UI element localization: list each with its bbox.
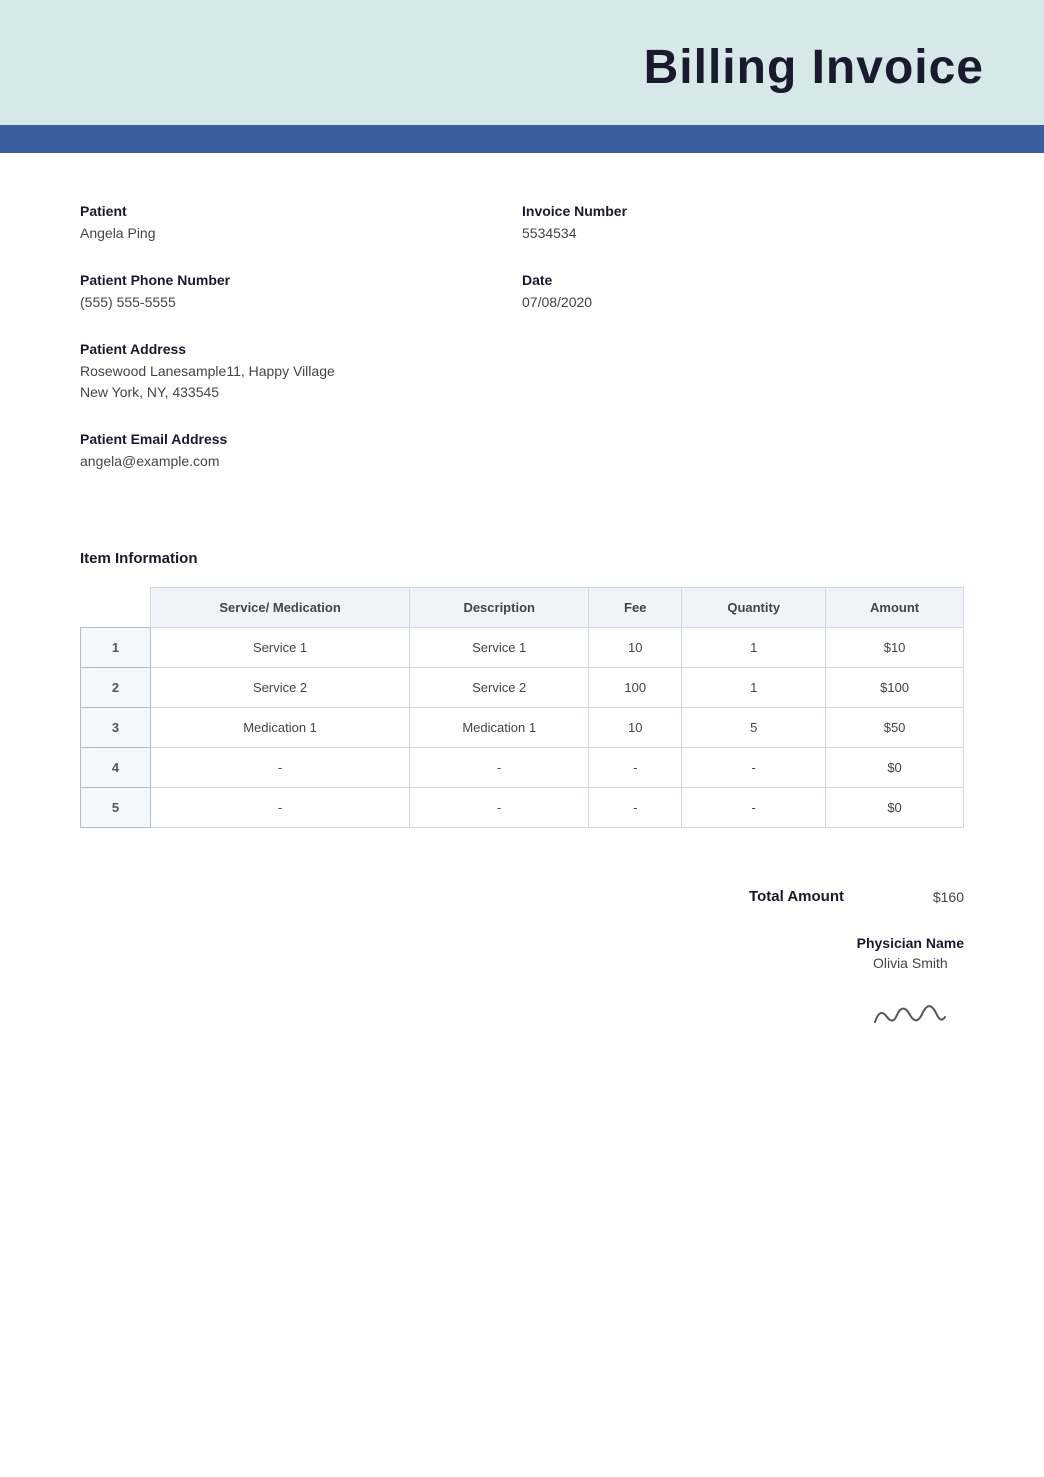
patient-phone-value: (555) 555-5555 [80,292,522,313]
invoice-date-value: 07/08/2020 [522,292,964,313]
table-col-fee: Fee [589,588,682,628]
row-amount: $50 [826,708,964,748]
table-row: 4----$0 [81,748,964,788]
info-right: Invoice Number 5534534 Date 07/08/2020 [522,203,964,500]
total-label: Total Amount [749,888,844,905]
patient-phone-label: Patient Phone Number [80,272,522,288]
row-number: 2 [81,668,151,708]
row-fee: 10 [589,708,682,748]
row-number: 5 [81,788,151,828]
table-row: 2Service 2Service 21001$100 [81,668,964,708]
table-col-amount: Amount [826,588,964,628]
items-section-title: Item Information [80,550,964,567]
row-fee: - [589,748,682,788]
row-service: Service 1 [151,628,410,668]
invoice-number-value: 5534534 [522,223,964,244]
table-col-quantity: Quantity [682,588,826,628]
items-section: Item Information Service/ Medication Des… [0,530,1044,868]
row-service: Medication 1 [151,708,410,748]
page: Billing Invoice Patient Angela Ping Pati… [0,0,1044,1477]
table-row: 1Service 1Service 1101$10 [81,628,964,668]
row-description: - [410,788,589,828]
patient-name-value: Angela Ping [80,223,522,244]
patient-address-label: Patient Address [80,341,522,357]
row-fee: 10 [589,628,682,668]
row-amount: $0 [826,748,964,788]
row-number: 1 [81,628,151,668]
row-description: - [410,748,589,788]
row-amount: $10 [826,628,964,668]
table-col-num [81,588,151,628]
row-description: Service 1 [410,628,589,668]
row-number: 3 [81,708,151,748]
table-header-row: Service/ Medication Description Fee Quan… [81,588,964,628]
items-table: Service/ Medication Description Fee Quan… [80,587,964,828]
table-col-description: Description [410,588,589,628]
total-section: Total Amount $160 [0,868,1044,925]
row-description: Service 2 [410,668,589,708]
info-left: Patient Angela Ping Patient Phone Number… [80,203,522,500]
patient-name-label: Patient [80,203,522,219]
physician-section: Physician Name Olivia Smith [0,925,1044,1075]
header-top: Billing Invoice [0,0,1044,125]
invoice-date-block: Date 07/08/2020 [522,272,964,313]
row-service: - [151,748,410,788]
signature-icon [865,987,955,1032]
row-service: Service 2 [151,668,410,708]
row-quantity: 5 [682,708,826,748]
patient-email-label: Patient Email Address [80,431,522,447]
row-service: - [151,788,410,828]
patient-name-block: Patient Angela Ping [80,203,522,244]
row-description: Medication 1 [410,708,589,748]
physician-name: Olivia Smith [857,955,964,971]
invoice-date-label: Date [522,272,964,288]
row-quantity: 1 [682,668,826,708]
row-quantity: 1 [682,628,826,668]
physician-label: Physician Name [857,935,964,951]
table-row: 3Medication 1Medication 1105$50 [81,708,964,748]
row-amount: $100 [826,668,964,708]
patient-address-block: Patient Address Rosewood Lanesample11, H… [80,341,522,403]
patient-phone-block: Patient Phone Number (555) 555-5555 [80,272,522,313]
total-value: $160 [904,889,964,905]
row-fee: - [589,788,682,828]
info-section: Patient Angela Ping Patient Phone Number… [0,153,1044,530]
table-col-service: Service/ Medication [151,588,410,628]
row-quantity: - [682,748,826,788]
header-bar [0,125,1044,153]
patient-email-value: angela@example.com [80,451,522,472]
invoice-number-label: Invoice Number [522,203,964,219]
row-quantity: - [682,788,826,828]
patient-email-block: Patient Email Address angela@example.com [80,431,522,472]
row-number: 4 [81,748,151,788]
table-row: 5----$0 [81,788,964,828]
row-fee: 100 [589,668,682,708]
page-title: Billing Invoice [60,40,984,95]
physician-block: Physician Name Olivia Smith [857,935,964,1035]
invoice-number-block: Invoice Number 5534534 [522,203,964,244]
patient-address-value: Rosewood Lanesample11, Happy Village New… [80,361,522,403]
row-amount: $0 [826,788,964,828]
